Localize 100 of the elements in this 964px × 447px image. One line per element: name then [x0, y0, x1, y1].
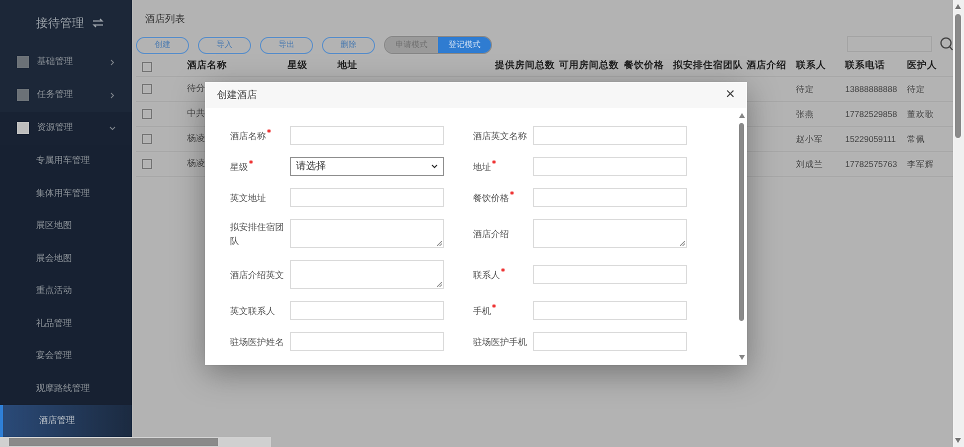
- textarea-field[interactable]: [290, 260, 444, 289]
- submenu-item[interactable]: 重点活动: [0, 274, 132, 307]
- submenu-item[interactable]: 展区地图: [0, 210, 132, 242]
- scroll-up-icon[interactable]: [739, 113, 745, 118]
- checkbox[interactable]: [142, 109, 152, 119]
- menu-label: 基础管理: [37, 55, 74, 68]
- column-header: 联系人: [796, 59, 827, 74]
- menu-item[interactable]: 任务管理: [0, 78, 132, 112]
- textarea-field[interactable]: [290, 219, 444, 248]
- mode-toggle[interactable]: 登记模式: [438, 37, 491, 53]
- scrollbar-thumb[interactable]: [955, 14, 961, 138]
- field-label: 拟安排住宿团队: [230, 220, 285, 248]
- page-title: 酒店列表: [145, 12, 185, 27]
- column-header: 餐饮价格: [624, 59, 665, 74]
- table-cell-text: 杨凌: [187, 157, 206, 170]
- textarea-field[interactable]: [533, 219, 687, 248]
- chevron-icon: [108, 91, 116, 99]
- scrollbar-thumb[interactable]: [739, 123, 744, 321]
- square-icon: [17, 122, 29, 134]
- checkbox[interactable]: [142, 84, 152, 94]
- input-field[interactable]: [533, 157, 687, 176]
- page-scrollbar[interactable]: [953, 0, 964, 447]
- input-field[interactable]: [290, 332, 444, 351]
- square-icon: [17, 89, 29, 101]
- menu-item[interactable]: 基础管理: [0, 46, 132, 78]
- dialog-title: 创建酒店: [217, 88, 257, 102]
- menu-item[interactable]: 资源管理: [0, 112, 132, 144]
- menu-label: 任务管理: [37, 88, 74, 102]
- field-label: 酒店英文名称: [473, 130, 528, 142]
- scroll-up-icon[interactable]: [955, 4, 961, 9]
- submenu-item[interactable]: 礼品管理: [0, 307, 132, 340]
- submenu-item[interactable]: 集体用车管理: [0, 177, 132, 210]
- table-cell-text: 15229059111: [845, 132, 897, 146]
- column-header: 地址: [338, 59, 359, 74]
- input-field[interactable]: [290, 188, 444, 207]
- input-field[interactable]: [290, 301, 444, 320]
- resize-grip-icon[interactable]: [680, 241, 685, 246]
- search-icon[interactable]: [940, 37, 953, 51]
- column-header: 酒店介绍: [746, 59, 788, 74]
- table-cell-text: 17782575763: [845, 158, 898, 170]
- resize-grip-icon[interactable]: [437, 282, 442, 287]
- checkbox[interactable]: [142, 134, 152, 144]
- resize-grip-icon[interactable]: [437, 241, 442, 246]
- chevron-icon: [108, 58, 116, 66]
- swap-icon: [92, 18, 104, 28]
- column-header: 可用房间总数: [558, 59, 620, 74]
- table-cell-text: 待定: [796, 82, 815, 96]
- sidebar-title: 接待管理: [36, 14, 84, 32]
- field-label: 酒店名称: [230, 128, 290, 142]
- input-field[interactable]: [533, 265, 687, 284]
- field-label: 驻场医护姓名: [230, 336, 285, 348]
- submenu-item[interactable]: 观摩路线管理: [0, 372, 132, 404]
- field-label: 英文联系人: [230, 304, 276, 318]
- table-cell-text: 杨凌: [187, 132, 206, 146]
- table-cell-text: 待定: [907, 82, 926, 96]
- field-label: 手机: [473, 304, 533, 318]
- submenu-item[interactable]: 宴会管理: [0, 340, 132, 372]
- field-label: 英文地址: [230, 192, 267, 204]
- table-cell-text: 刘成兰: [796, 158, 824, 170]
- input-field[interactable]: [533, 126, 687, 145]
- field-label: 酒店介绍英文: [230, 268, 285, 282]
- scroll-down-icon[interactable]: [739, 355, 745, 360]
- table-cell-text: 常佩: [907, 132, 926, 146]
- checkbox[interactable]: [142, 159, 152, 169]
- table-cell-text: 13888888888: [845, 82, 898, 96]
- table-cell-text: 赵小军: [796, 132, 824, 146]
- field-label: 餐饮价格: [473, 190, 533, 204]
- submenu-item[interactable]: 专属用车管理: [0, 144, 132, 177]
- horizontal-scrollbar[interactable]: [0, 437, 271, 447]
- table-cell-text: 李军辉: [907, 158, 936, 170]
- checkbox[interactable]: [142, 62, 152, 72]
- input-field[interactable]: [533, 301, 687, 320]
- field-label: 驻场医护手机: [473, 336, 528, 348]
- column-header: 联系电话: [845, 59, 886, 74]
- input-field[interactable]: [290, 126, 444, 145]
- table-cell-text: 17782529858: [845, 108, 898, 120]
- chevron-icon: [108, 124, 116, 132]
- submenu-item[interactable]: 酒店管理: [0, 404, 132, 437]
- scroll-down-icon[interactable]: [955, 438, 961, 443]
- select-field[interactable]: 请选择: [290, 157, 444, 176]
- column-header: 拟安排住宿团队: [672, 59, 744, 74]
- menu-label: 资源管理: [37, 121, 74, 134]
- table-cell-text: 张燕: [796, 108, 815, 120]
- field-label: 星级: [230, 160, 290, 174]
- table-cell-text: 待分: [187, 82, 206, 96]
- field-label: 地址: [473, 160, 533, 174]
- column-header: 酒店名称: [187, 59, 228, 74]
- table-cell-text: 董欢歌: [907, 108, 936, 120]
- submenu-item[interactable]: 展会地图: [0, 242, 132, 274]
- scrollbar-thumb[interactable]: [9, 438, 218, 446]
- input-field[interactable]: [533, 188, 687, 207]
- column-header: 医护人: [907, 59, 938, 74]
- field-label: 酒店介绍: [473, 228, 510, 240]
- close-button[interactable]: ×: [726, 87, 735, 103]
- field-label: 联系人: [473, 268, 533, 282]
- square-icon: [17, 56, 29, 68]
- column-header: 提供房间总数: [495, 59, 556, 74]
- column-header: 星级: [288, 59, 309, 74]
- input-field[interactable]: [533, 332, 687, 351]
- caret-icon: [431, 164, 438, 169]
